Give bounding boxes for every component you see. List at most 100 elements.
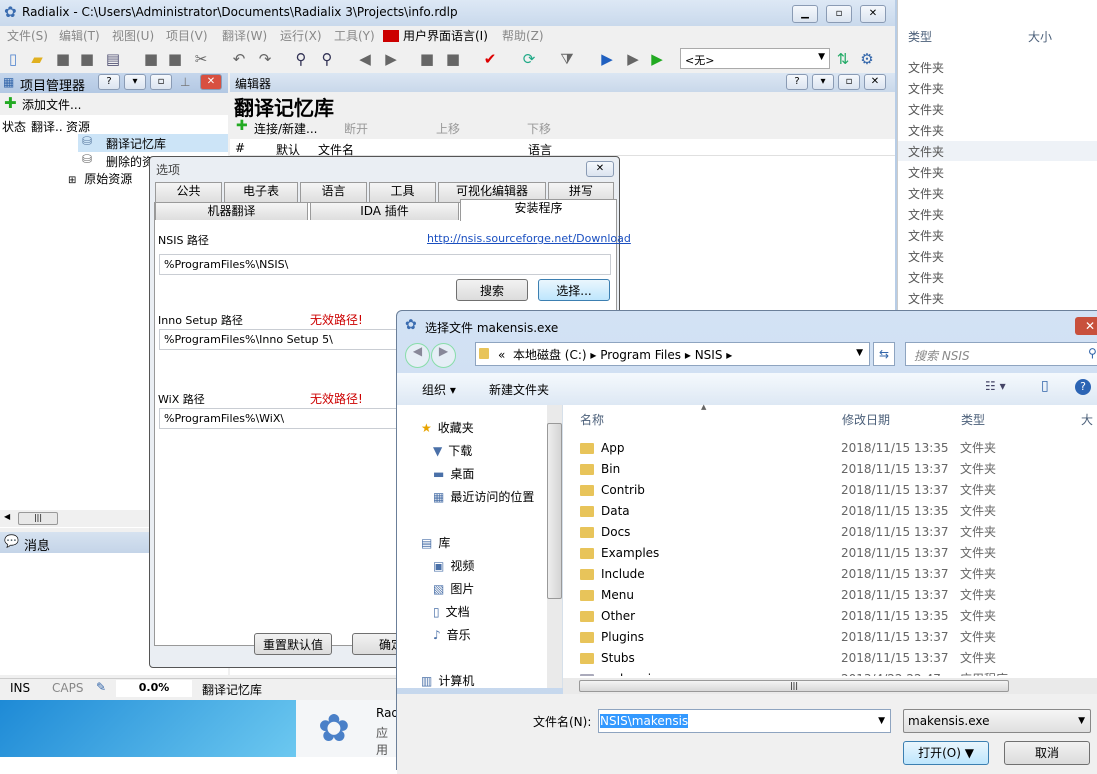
filter-icon[interactable]: ⧩ xyxy=(558,50,576,68)
file-row[interactable]: Docs 2018/11/15 13:37 文件夹 xyxy=(580,522,1080,543)
search-button[interactable]: 搜索 xyxy=(456,279,528,301)
tab-tools[interactable]: 工具 xyxy=(369,182,436,202)
restore-button[interactable]: ▫ xyxy=(150,74,172,90)
nav-item[interactable]: ▦ 最近访问的位置 xyxy=(433,487,534,507)
copy-icon[interactable]: ■ xyxy=(142,50,160,68)
file-row[interactable]: Contrib 2018/11/15 13:37 文件夹 xyxy=(580,480,1080,501)
address-bar[interactable]: « 本地磁盘 (C:) ▸ Program Files ▸ NSIS ▸ ▼ xyxy=(475,342,870,366)
tree-item-tm[interactable]: ⛁ 翻译记忆库 xyxy=(78,134,228,152)
close-button[interactable]: ✕ xyxy=(860,5,886,23)
list-item[interactable]: 文件夹 xyxy=(908,269,944,286)
find-icon[interactable]: ⚲ xyxy=(292,50,310,68)
column-size[interactable]: 大 xyxy=(1081,411,1093,428)
nav-item[interactable]: ▣ 视频 xyxy=(433,556,474,576)
nsis-download-link[interactable]: http://nsis.sourceforge.net/Download xyxy=(427,232,631,245)
taskbar-item[interactable]: ✿ Rad 应用 xyxy=(296,700,399,757)
preview-pane-icon[interactable]: ▯ xyxy=(1041,378,1049,394)
file-row[interactable]: Data 2018/11/15 13:35 文件夹 xyxy=(580,501,1080,522)
move-up-button[interactable]: 上移 xyxy=(436,120,460,137)
redo-icon[interactable]: ↷ xyxy=(256,50,274,68)
cancel-button[interactable]: 取消 xyxy=(1004,741,1090,765)
next-icon[interactable]: ▶ xyxy=(382,50,400,68)
file-type-select[interactable]: makensis.exe ▼ xyxy=(903,709,1091,733)
column-resource[interactable]: 资源 xyxy=(66,118,90,135)
column-type[interactable]: 类型 xyxy=(961,411,985,428)
menu-help[interactable]: 帮助(Z) xyxy=(502,27,544,44)
list-item[interactable]: 文件夹 xyxy=(908,101,944,118)
settings-icon[interactable]: ⚙ xyxy=(858,50,876,68)
file-row[interactable]: Plugins 2018/11/15 13:37 文件夹 xyxy=(580,627,1080,648)
disconnect-button[interactable]: 断开 xyxy=(344,120,368,137)
file-row[interactable]: App 2018/11/15 13:35 文件夹 xyxy=(580,438,1080,459)
list-item[interactable]: 文件夹 xyxy=(908,206,944,223)
list-item[interactable]: 文件夹 xyxy=(908,164,944,181)
menu-tools[interactable]: 工具(Y) xyxy=(334,27,375,44)
file-row[interactable]: Examples 2018/11/15 13:37 文件夹 xyxy=(580,543,1080,564)
back-button[interactable]: ◀ xyxy=(405,343,430,368)
list-item[interactable]: 文件夹 xyxy=(908,248,944,265)
nav-item[interactable]: ▤ 库 xyxy=(421,533,450,553)
file-row[interactable]: Include 2018/11/15 13:37 文件夹 xyxy=(580,564,1080,585)
close-panel-button[interactable]: ✕ xyxy=(200,74,222,90)
bookmark-next-icon[interactable]: ■ xyxy=(444,50,462,68)
file-row[interactable]: makensis2013/4/22 22:47应用程序 xyxy=(580,669,1080,676)
tab-installer[interactable]: 安装程序 xyxy=(460,199,617,221)
list-item[interactable]: 文件夹 xyxy=(908,143,944,160)
replace-icon[interactable]: ⚲ xyxy=(318,50,336,68)
menu-edit[interactable]: 编辑(T) xyxy=(59,27,100,44)
open-button[interactable]: 打开(O) ▼ xyxy=(903,741,989,765)
tab-language[interactable]: 语言 xyxy=(300,182,367,202)
new-icon[interactable]: ▯ xyxy=(4,50,22,68)
nav-item[interactable]: ★ 收藏夹 xyxy=(421,418,474,438)
file-row[interactable]: Menu 2018/11/15 13:37 文件夹 xyxy=(580,585,1080,606)
nav-item[interactable]: ▯ 文档 xyxy=(433,602,470,622)
column-size[interactable]: 大小 xyxy=(1028,28,1052,45)
cut-icon[interactable]: ✂ xyxy=(192,50,210,68)
file-hscrollbar[interactable]: ||| xyxy=(563,678,1097,694)
column-status[interactable]: 状态 xyxy=(2,118,26,135)
column-type[interactable]: 类型 xyxy=(908,28,932,45)
nav-item[interactable]: ▥ 计算机 xyxy=(421,671,474,691)
validate-icon[interactable]: ✔ xyxy=(481,50,499,68)
add-files-button[interactable]: 添加文件... xyxy=(22,96,81,113)
open-icon[interactable]: ▰ xyxy=(28,50,46,68)
print-icon[interactable]: ▤ xyxy=(104,50,122,68)
step-icon[interactable]: ▶ xyxy=(624,50,642,68)
menu-view[interactable]: 视图(U) xyxy=(112,27,154,44)
help-button[interactable]: ? xyxy=(98,74,120,90)
refresh-button[interactable]: ⇆ xyxy=(873,342,895,366)
close-button[interactable]: ✕ xyxy=(1075,317,1097,335)
choose-button[interactable]: 选择... xyxy=(538,279,610,301)
dropdown-button[interactable]: ▾ xyxy=(812,74,834,90)
paste-icon[interactable]: ■ xyxy=(166,50,184,68)
list-item[interactable]: 文件夹 xyxy=(908,80,944,97)
connect-button[interactable]: 连接/新建... xyxy=(254,120,318,137)
list-item[interactable]: 文件夹 xyxy=(908,227,944,244)
nav-item[interactable]: ▧ 图片 xyxy=(433,579,474,599)
run-icon[interactable]: ▶ xyxy=(598,50,616,68)
save-all-icon[interactable]: ■ xyxy=(78,50,96,68)
search-input[interactable]: 搜索 NSIS ⚲ xyxy=(905,342,1097,366)
list-item[interactable]: 文件夹 xyxy=(908,59,944,76)
reset-defaults-button[interactable]: 重置默认值 xyxy=(254,633,332,655)
close-button[interactable]: ✕ xyxy=(586,161,614,177)
nsis-path-input[interactable]: %ProgramFiles%\NSIS\ xyxy=(159,254,611,275)
prev-icon[interactable]: ◀ xyxy=(356,50,374,68)
run-to-icon[interactable]: ▶ xyxy=(648,50,666,68)
file-row[interactable]: Bin 2018/11/15 13:37 文件夹 xyxy=(580,459,1080,480)
breadcrumb-drive[interactable]: 本地磁盘 (C:) xyxy=(513,348,587,362)
tab-ida-plugin[interactable]: IDA 插件 xyxy=(310,202,459,220)
tree-item-original[interactable]: ⊞ 原始资源 xyxy=(68,170,132,188)
minimize-button[interactable]: ▁ xyxy=(792,5,818,23)
nav-item[interactable]: ♪ 音乐 xyxy=(433,625,471,645)
help-icon[interactable]: ? xyxy=(1075,379,1091,395)
column-date[interactable]: 修改日期 xyxy=(842,411,890,428)
menu-project[interactable]: 项目(V) xyxy=(166,27,208,44)
list-item[interactable]: 文件夹 xyxy=(908,185,944,202)
pin-icon[interactable]: ⊥ xyxy=(180,75,190,89)
column-number[interactable]: # xyxy=(235,141,245,155)
column-name[interactable]: 名称 xyxy=(580,411,604,428)
sync-icon[interactable]: ⇅ xyxy=(834,50,852,68)
save-icon[interactable]: ■ xyxy=(54,50,72,68)
menu-ui-language[interactable]: 用户界面语言(I) xyxy=(403,27,488,44)
